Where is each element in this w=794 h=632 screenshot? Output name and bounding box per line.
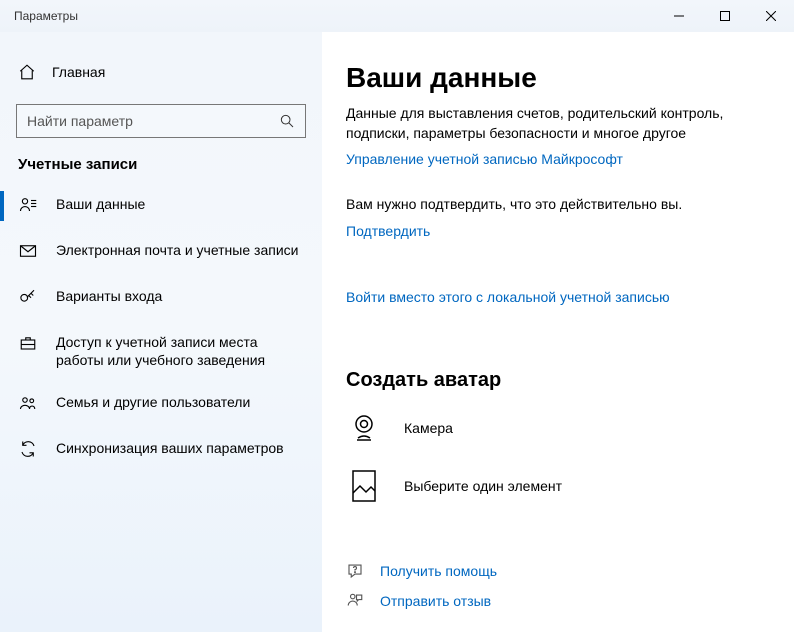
search-box[interactable] <box>16 104 306 138</box>
people-icon <box>18 394 38 412</box>
avatar-heading: Создать аватар <box>346 369 764 392</box>
nav-label: Синхронизация ваших параметров <box>56 439 294 457</box>
browse-label: Выберите один элемент <box>404 478 562 494</box>
window-controls <box>656 0 794 32</box>
sync-icon <box>18 440 38 458</box>
manage-account-link[interactable]: Управление учетной записью Майкрософт <box>346 151 623 167</box>
nav-item-family[interactable]: Семья и другие пользователи <box>0 381 322 427</box>
content: Ваши данные Данные для выставления счето… <box>322 32 794 632</box>
camera-label: Камера <box>404 420 453 436</box>
nav-label: Доступ к учетной записи места работы или… <box>56 333 310 369</box>
home-icon <box>18 63 36 81</box>
nav-list: Ваши данные Электронная почта и учетные … <box>0 183 322 473</box>
key-icon <box>18 288 38 306</box>
home-nav[interactable]: Главная <box>0 52 322 92</box>
page-heading: Ваши данные <box>346 62 764 94</box>
local-signin-link[interactable]: Войти вместо этого с локальной учетной з… <box>346 289 670 305</box>
minimize-button[interactable] <box>656 0 702 32</box>
browse-icon <box>346 468 382 504</box>
nav-label: Ваши данные <box>56 195 155 213</box>
feedback-icon <box>346 592 364 610</box>
body: Главная Учетные записи Ваши данные <box>0 32 794 632</box>
camera-option[interactable]: Камера <box>346 410 764 446</box>
help-icon <box>346 562 364 580</box>
help-label: Получить помощь <box>380 563 497 579</box>
search-container <box>16 104 306 138</box>
home-label: Главная <box>52 64 105 80</box>
titlebar: Параметры <box>0 0 794 32</box>
search-input[interactable] <box>27 113 279 129</box>
verify-text: Вам нужно подтвердить, что это действите… <box>346 195 764 215</box>
nav-item-signin-options[interactable]: Варианты входа <box>0 275 322 321</box>
window-title: Параметры <box>14 9 656 23</box>
maximize-button[interactable] <box>702 0 748 32</box>
settings-window: Параметры Главная <box>0 0 794 632</box>
nav-label: Семья и другие пользователи <box>56 393 260 411</box>
verify-link[interactable]: Подтвердить <box>346 223 430 239</box>
nav-item-sync[interactable]: Синхронизация ваших параметров <box>0 427 322 473</box>
nav-label: Электронная почта и учетные записи <box>56 241 308 259</box>
get-help-link[interactable]: Получить помощь <box>346 562 764 580</box>
browse-option[interactable]: Выберите один элемент <box>346 468 764 504</box>
feedback-link[interactable]: Отправить отзыв <box>346 592 764 610</box>
feedback-label: Отправить отзыв <box>380 593 491 609</box>
sidebar: Главная Учетные записи Ваши данные <box>0 32 322 632</box>
close-button[interactable] <box>748 0 794 32</box>
page-description: Данные для выставления счетов, родительс… <box>346 104 764 143</box>
section-title: Учетные записи <box>0 156 322 183</box>
nav-item-email-accounts[interactable]: Электронная почта и учетные записи <box>0 229 322 275</box>
briefcase-icon <box>18 334 38 352</box>
user-icon <box>18 196 38 214</box>
nav-item-your-info[interactable]: Ваши данные <box>0 183 322 229</box>
mail-icon <box>18 242 38 260</box>
nav-label: Варианты входа <box>56 287 172 305</box>
nav-item-work-school[interactable]: Доступ к учетной записи места работы или… <box>0 321 322 381</box>
camera-icon <box>346 410 382 446</box>
search-icon <box>279 113 295 129</box>
